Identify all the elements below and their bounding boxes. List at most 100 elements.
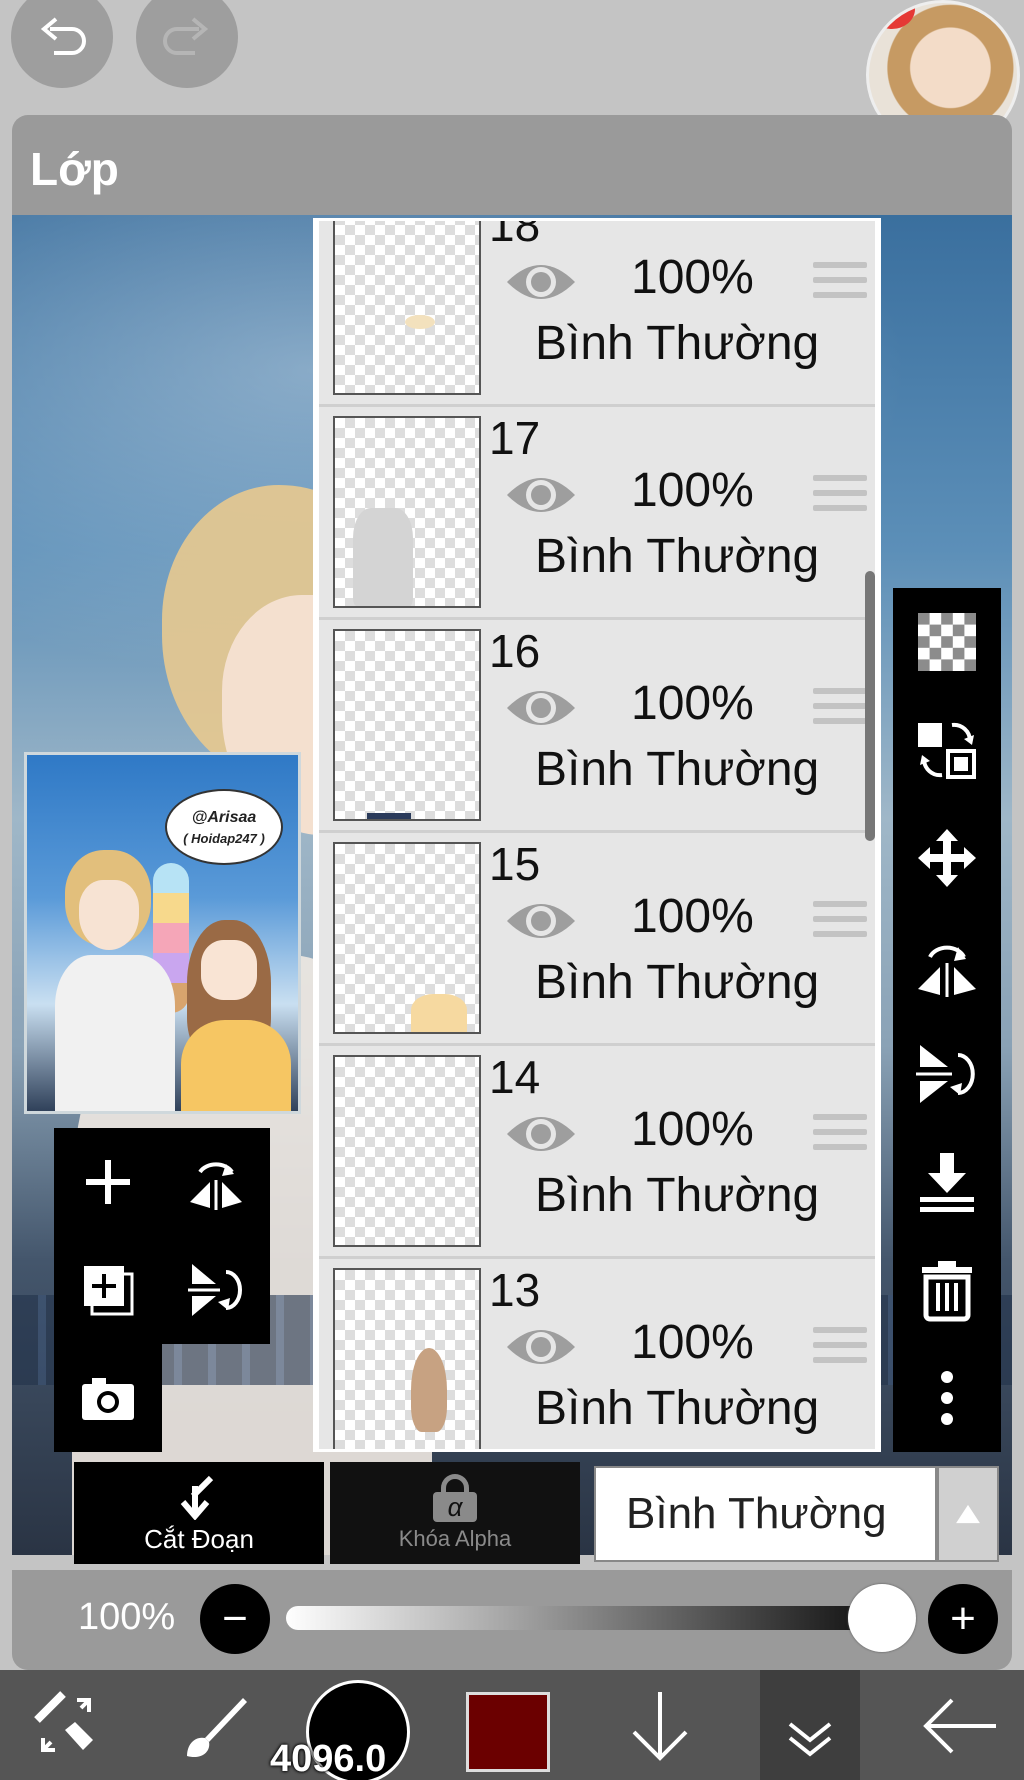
- layer-opacity: 100%: [631, 677, 754, 730]
- flip-layer-vertical-button[interactable]: [893, 1020, 1001, 1128]
- import-photo-button[interactable]: [54, 1344, 162, 1452]
- add-layer-button[interactable]: [54, 1128, 162, 1236]
- notification-badge: [869, 3, 915, 29]
- blend-mode-dropdown-button[interactable]: [937, 1466, 999, 1562]
- layer-row-16[interactable]: 16 100% Bình Thường: [319, 620, 875, 833]
- trash-icon: [922, 1261, 972, 1322]
- clip-arrow-icon: [180, 1475, 214, 1520]
- layer-preview: [333, 1268, 481, 1449]
- flip-vertical-icon: [188, 1264, 242, 1316]
- swap-layer-button[interactable]: [893, 696, 1001, 804]
- layer-preview: [333, 1055, 481, 1247]
- redo-button[interactable]: [136, 0, 238, 88]
- flip-horizontal-button[interactable]: [162, 1128, 270, 1236]
- back-button[interactable]: [910, 1672, 1010, 1780]
- tools-button[interactable]: [14, 1672, 124, 1780]
- collapse-button[interactable]: [770, 1672, 850, 1780]
- delete-layer-button[interactable]: [893, 1236, 1001, 1344]
- layer-number: 17: [489, 412, 541, 464]
- drag-handle-icon[interactable]: [813, 262, 867, 306]
- drag-handle-icon[interactable]: [813, 475, 867, 519]
- eye-icon[interactable]: [503, 1319, 579, 1375]
- more-vert-icon: [941, 1371, 953, 1425]
- layer-row-13[interactable]: 13 100% Bình Thường: [319, 1259, 875, 1449]
- move-layer-button[interactable]: [893, 804, 1001, 912]
- panel-title: Lớp: [30, 143, 119, 195]
- checker-icon: [918, 613, 976, 671]
- arrow-down-icon: [632, 1692, 688, 1761]
- drag-handle-icon[interactable]: [813, 688, 867, 732]
- minus-icon: −: [222, 1594, 248, 1643]
- layer-row-18[interactable]: 18 100% Bình Thường: [319, 221, 875, 407]
- camera-icon: [82, 1378, 134, 1420]
- more-options-button[interactable]: [893, 1344, 1001, 1452]
- thumbnail-girl: [167, 920, 297, 1111]
- layer-opacity: 100%: [631, 464, 754, 517]
- flip-vertical-button[interactable]: [162, 1236, 270, 1344]
- blend-mode-select[interactable]: Bình Thường: [594, 1466, 937, 1562]
- plus-icon: +: [950, 1594, 976, 1643]
- layer-panel-header: [12, 115, 1012, 215]
- current-color-swatch[interactable]: [466, 1692, 550, 1772]
- eye-icon[interactable]: [503, 1106, 579, 1162]
- undo-button[interactable]: [11, 0, 113, 88]
- merge-down-icon: [920, 1153, 974, 1212]
- back-arrow-icon: [923, 1698, 996, 1754]
- layer-blend-mode: Bình Thường: [535, 956, 820, 1009]
- layer-opacity: 100%: [631, 1103, 754, 1156]
- opacity-slider[interactable]: [286, 1606, 916, 1630]
- layer-opacity: 100%: [631, 251, 754, 304]
- bubble-text-2: ( Hoidap247 ): [183, 830, 265, 846]
- double-chevron-down-icon: [788, 1722, 832, 1757]
- opacity-decrease-button[interactable]: −: [200, 1584, 270, 1654]
- layer-list[interactable]: 18 100% Bình Thường 17 100% Bình Thường: [313, 218, 881, 1452]
- thumbnail-boy: [47, 850, 177, 1111]
- layer-row-17[interactable]: 17 100% Bình Thường: [319, 407, 875, 620]
- add-copy-layer-button[interactable]: [54, 1236, 162, 1344]
- layer-down-button[interactable]: [610, 1672, 710, 1780]
- layer-row-14[interactable]: 14 100% Bình Thường: [319, 1046, 875, 1259]
- canvas-thumbnail[interactable]: @Arisaa ( Hoidap247 ): [24, 752, 301, 1114]
- clipping-label: Cắt Đoạn: [144, 1523, 254, 1554]
- opacity-increase-button[interactable]: +: [928, 1584, 998, 1654]
- brush-button[interactable]: [160, 1672, 270, 1780]
- layer-list-scrollbar[interactable]: [865, 571, 875, 841]
- layer-blend-mode: Bình Thường: [535, 530, 820, 583]
- opacity-slider-knob[interactable]: [848, 1584, 916, 1652]
- drag-handle-icon[interactable]: [813, 1327, 867, 1371]
- layer-number: 18: [489, 221, 541, 251]
- eye-icon[interactable]: [503, 254, 579, 310]
- triangle-up-icon: [956, 1504, 980, 1524]
- layer-row-15[interactable]: 15 100% Bình Thường: [319, 833, 875, 1046]
- alpha-lock-button[interactable]: α Khóa Alpha: [330, 1462, 580, 1564]
- alpha-lock-label: Khóa Alpha: [398, 1526, 512, 1551]
- flip-layer-horizontal-button[interactable]: [893, 912, 1001, 1020]
- alpha-symbol: α: [433, 1492, 477, 1522]
- brush-icon: [187, 1698, 247, 1758]
- transparent-layer-button[interactable]: [893, 588, 1001, 696]
- eye-icon[interactable]: [503, 680, 579, 736]
- tools-icon: [34, 1691, 93, 1752]
- app-root: Lớp @Arisaa ( Hoidap247 ) 18 100% Bình T…: [0, 0, 1024, 1780]
- bubble-text-1: @Arisaa: [191, 808, 257, 826]
- drag-handle-icon[interactable]: [813, 901, 867, 945]
- layer-number: 13: [489, 1264, 541, 1316]
- layer-blend-mode: Bình Thường: [535, 1169, 820, 1222]
- clipping-button[interactable]: Cắt Đoạn: [74, 1462, 324, 1564]
- layer-blend-mode: Bình Thường: [535, 743, 820, 796]
- layer-blend-mode: Bình Thường: [535, 317, 820, 370]
- layer-preview: [333, 842, 481, 1034]
- eye-icon[interactable]: [503, 467, 579, 523]
- merge-down-button[interactable]: [893, 1128, 1001, 1236]
- layer-number: 16: [489, 625, 541, 677]
- layer-tools-grid: [54, 1128, 270, 1344]
- eye-icon[interactable]: [503, 893, 579, 949]
- layer-number: 15: [489, 838, 541, 890]
- layer-opacity: 100%: [631, 890, 754, 943]
- redo-icon: [163, 17, 209, 55]
- add-copy-icon: [84, 1266, 134, 1316]
- opacity-label: 100%: [78, 1596, 176, 1638]
- speech-bubble: @Arisaa ( Hoidap247 ): [165, 789, 283, 865]
- layer-preview: [333, 221, 481, 395]
- drag-handle-icon[interactable]: [813, 1114, 867, 1158]
